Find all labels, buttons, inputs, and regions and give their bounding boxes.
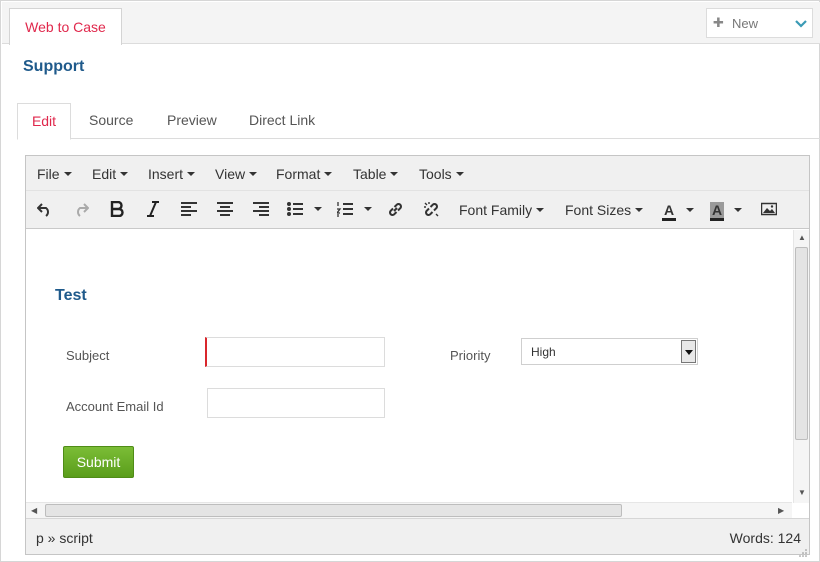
caret-down-icon (120, 172, 129, 177)
editor-menubar: File Edit Insert View Format Table Tools (26, 156, 809, 191)
menu-format-label: Format (276, 166, 321, 182)
account-email-label: Account Email Id (66, 399, 164, 414)
undo-icon[interactable] (37, 201, 53, 219)
caret-down-icon (455, 172, 464, 177)
tab-source[interactable]: Source (89, 103, 133, 139)
word-count: Words: 124 (729, 530, 801, 546)
editor-statusbar: p » script Words: 124 (26, 518, 809, 557)
caret-down-icon (635, 208, 644, 213)
account-email-input[interactable] (207, 388, 385, 418)
caret-down-icon (324, 172, 333, 177)
menu-file[interactable]: File (37, 166, 72, 182)
page-title: Support (23, 58, 85, 75)
caret-down-icon (249, 172, 258, 177)
editor-toolbar: Font Family Font Sizes A A (26, 191, 809, 229)
menu-edit-label: Edit (92, 166, 117, 182)
vertical-scroll-thumb[interactable] (795, 247, 808, 440)
form-title: Test (55, 287, 87, 304)
editor-tabs: Edit Source Preview Direct Link (17, 103, 820, 140)
caret-down-icon (390, 172, 399, 177)
scroll-right-icon[interactable]: ▶ (778, 506, 784, 515)
caret-down-icon (734, 208, 743, 213)
background-color-button[interactable]: A (710, 202, 743, 221)
top-tab-strip: Web to Case ✚ New (2, 2, 820, 45)
tab-web-to-case[interactable]: Web to Case (9, 8, 122, 45)
numbered-list-icon[interactable] (337, 201, 375, 219)
caret-down-icon (686, 208, 695, 213)
menu-insert[interactable]: Insert (148, 166, 196, 182)
text-color-icon: A (662, 202, 677, 221)
horizontal-scroll-thumb[interactable] (45, 504, 622, 517)
menu-edit[interactable]: Edit (92, 166, 129, 182)
menu-view[interactable]: View (215, 166, 258, 182)
font-sizes-label: Font Sizes (565, 202, 632, 218)
menu-table[interactable]: Table (353, 166, 399, 182)
scroll-down-icon[interactable]: ▼ (798, 488, 806, 497)
link-icon[interactable] (387, 201, 404, 219)
select-arrow-icon[interactable] (681, 340, 696, 363)
scroll-up-icon[interactable]: ▲ (798, 233, 806, 242)
new-button[interactable]: ✚ New (706, 8, 813, 38)
resize-grip-icon[interactable] (799, 544, 807, 557)
chevron-down-icon (795, 17, 807, 33)
submit-button[interactable]: Submit (63, 446, 134, 478)
tab-preview[interactable]: Preview (167, 103, 217, 139)
font-family-dropdown[interactable]: Font Family (459, 202, 545, 218)
plus-icon: ✚ (713, 15, 724, 30)
tab-direct-link[interactable]: Direct Link (249, 103, 315, 139)
image-icon[interactable] (761, 201, 777, 219)
menu-view-label: View (215, 166, 246, 182)
web-to-case-panel: Web to Case ✚ New Support Edit Source Pr… (0, 0, 820, 562)
horizontal-scrollbar[interactable]: ◀ ▶ (26, 502, 792, 518)
bold-icon[interactable] (110, 201, 124, 219)
redo-icon[interactable] (73, 201, 89, 219)
align-right-icon[interactable] (253, 201, 269, 219)
text-color-button[interactable]: A (662, 202, 695, 221)
menu-tools[interactable]: Tools (419, 166, 464, 182)
menu-table-label: Table (353, 166, 387, 182)
subject-label: Subject (66, 348, 110, 363)
element-path[interactable]: p » script (36, 530, 93, 546)
editor-content-area[interactable]: Test Subject Priority High Account Email… (26, 230, 792, 503)
rich-text-editor: File Edit Insert View Format Table Tools (25, 155, 810, 557)
subject-input[interactable] (205, 337, 385, 367)
caret-down-icon (536, 208, 545, 213)
font-family-label: Font Family (459, 202, 533, 218)
priority-label: Priority (450, 348, 491, 363)
background-color-icon: A (710, 202, 725, 221)
menu-file-label: File (37, 166, 60, 182)
align-left-icon[interactable] (181, 201, 197, 219)
align-center-icon[interactable] (217, 201, 233, 219)
vertical-scrollbar[interactable]: ▲ ▼ (793, 230, 809, 503)
new-button-label: New (732, 16, 759, 31)
tab-edit[interactable]: Edit (17, 103, 71, 140)
menu-tools-label: Tools (419, 166, 452, 182)
priority-select[interactable]: High (521, 338, 698, 365)
bullet-list-icon[interactable] (287, 201, 325, 219)
menu-format[interactable]: Format (276, 166, 333, 182)
menu-insert-label: Insert (148, 166, 184, 182)
unlink-icon[interactable] (423, 201, 440, 219)
italic-icon[interactable] (146, 201, 160, 219)
scroll-left-icon[interactable]: ◀ (31, 506, 37, 515)
priority-selected-value: High (531, 345, 556, 359)
caret-down-icon (63, 172, 72, 177)
caret-down-icon (187, 172, 196, 177)
font-sizes-dropdown[interactable]: Font Sizes (565, 202, 644, 218)
